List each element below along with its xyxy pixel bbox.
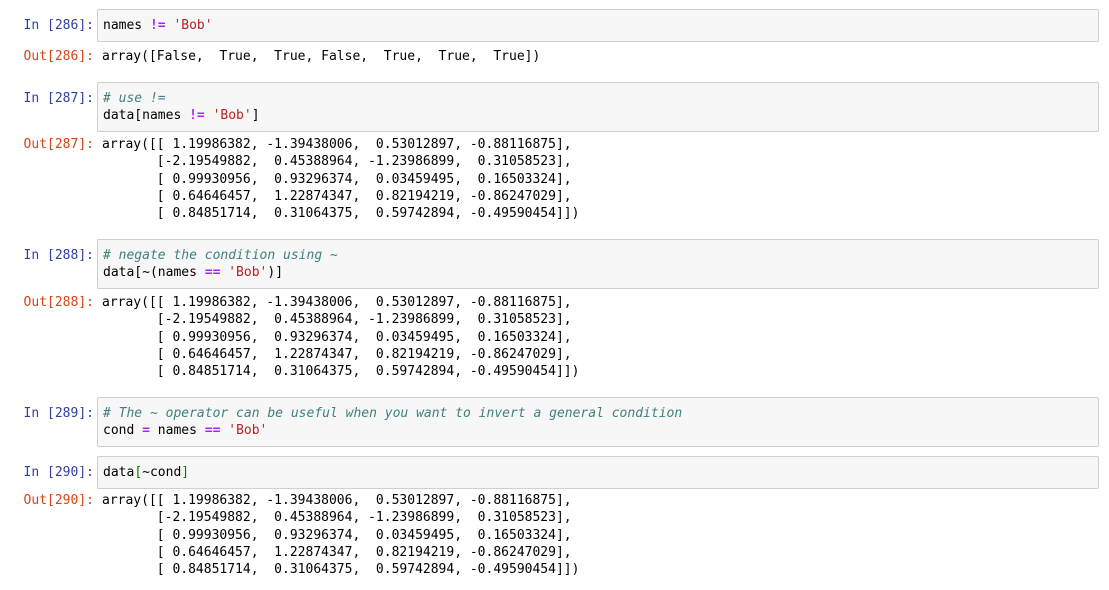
output-line: array([[ 1.19986382, -1.39438006, 0.5301… <box>102 493 572 508</box>
code-token: data <box>103 465 135 480</box>
string-token: 'Bob' <box>173 18 213 33</box>
output-290: array([[ 1.19986382, -1.39438006, 0.5301… <box>102 492 579 578</box>
comment-token: # The ~ operator can be useful when you … <box>103 406 683 421</box>
in-prompt-286: In [286]: <box>23 18 94 33</box>
output-288: array([[ 1.19986382, -1.39438006, 0.5301… <box>102 294 579 380</box>
bracket-token: ] <box>181 465 190 480</box>
output-line: [ 0.84851714, 0.31064375, 0.59742894, -0… <box>102 562 580 578</box>
code-token: names <box>103 18 150 33</box>
output-line: [ 0.84851714, 0.31064375, 0.59742894, -0… <box>102 364 580 380</box>
output-line: [ 0.64646457, 1.22874347, 0.82194219, -0… <box>102 544 572 560</box>
code-token: data[names <box>103 108 190 123</box>
output-line: [-2.19549882, 0.45388964, -1.23986899, 0… <box>102 510 572 526</box>
in-prompt-287: In [287]: <box>23 91 94 106</box>
output-line: [ 0.64646457, 1.22874347, 0.82194219, -0… <box>102 188 572 204</box>
operator-token: != <box>189 108 205 123</box>
in-prompt-288: In [288]: <box>23 248 94 263</box>
comment-token: # negate the condition using ~ <box>103 248 338 263</box>
out-prompt-288: Out[288]: <box>23 295 94 310</box>
code-token: cond <box>103 423 143 438</box>
code-line: data[names != 'Bob'] <box>103 107 1093 124</box>
operator-token: = <box>142 423 150 438</box>
notebook: In [286]: names != 'Bob' Out[286]: array… <box>0 0 1109 590</box>
operator-token: != <box>149 18 166 33</box>
code-input-290[interactable]: data[~cond] <box>97 456 1099 489</box>
code-line: cond = names == 'Bob' <box>103 422 1093 439</box>
code-line: names != 'Bob' <box>103 17 1093 34</box>
code-line: data[~cond] <box>103 464 1093 481</box>
output-line: [ 0.84851714, 0.31064375, 0.59742894, -0… <box>102 206 580 222</box>
output-line: array([False, True, True, False, True, T… <box>102 49 541 64</box>
code-token: )] <box>267 265 284 280</box>
code-line: # negate the condition using ~ <box>103 247 1093 264</box>
string-token: 'Bob' <box>228 265 268 280</box>
output-line: [-2.19549882, 0.45388964, -1.23986899, 0… <box>102 312 572 328</box>
operator-token: == <box>204 423 221 438</box>
code-token: data[~(names <box>103 265 205 280</box>
code-line: data[~(names == 'Bob')] <box>103 264 1093 281</box>
out-prompt-286: Out[286]: <box>23 49 94 64</box>
output-line: [ 0.99930956, 0.93296374, 0.03459495, 0.… <box>102 527 572 543</box>
code-token: ] <box>251 108 260 123</box>
out-prompt-287: Out[287]: <box>23 137 94 152</box>
code-input-286[interactable]: names != 'Bob' <box>97 9 1099 42</box>
out-prompt-290: Out[290]: <box>23 493 94 508</box>
code-input-288[interactable]: # negate the condition using ~ data[~(nam… <box>97 239 1099 289</box>
code-line: # The ~ operator can be useful when you … <box>103 405 1093 422</box>
code-token: names <box>149 423 205 438</box>
output-line: array([[ 1.19986382, -1.39438006, 0.5301… <box>102 295 572 310</box>
operator-token: == <box>204 265 221 280</box>
code-input-287[interactable]: # use != data[names != 'Bob'] <box>97 82 1099 132</box>
in-prompt-290: In [290]: <box>23 465 94 480</box>
output-line: [ 0.64646457, 1.22874347, 0.82194219, -0… <box>102 346 572 362</box>
code-line: # use != <box>103 90 1093 107</box>
string-token: 'Bob' <box>228 423 268 438</box>
output-286: array([False, True, True, False, True, T… <box>102 48 540 65</box>
output-line: [ 0.99930956, 0.93296374, 0.03459495, 0.… <box>102 329 572 345</box>
comment-token: # use != <box>103 91 166 106</box>
output-287: array([[ 1.19986382, -1.39438006, 0.5301… <box>102 136 579 222</box>
code-input-289[interactable]: # The ~ operator can be useful when you … <box>97 397 1099 447</box>
code-token: ~cond <box>142 465 182 480</box>
bracket-token: [ <box>134 465 143 480</box>
output-line: [ 0.99930956, 0.93296374, 0.03459495, 0.… <box>102 171 572 187</box>
string-token: 'Bob' <box>212 108 252 123</box>
output-line: [-2.19549882, 0.45388964, -1.23986899, 0… <box>102 154 572 170</box>
in-prompt-289: In [289]: <box>23 406 94 421</box>
output-line: array([[ 1.19986382, -1.39438006, 0.5301… <box>102 137 572 152</box>
